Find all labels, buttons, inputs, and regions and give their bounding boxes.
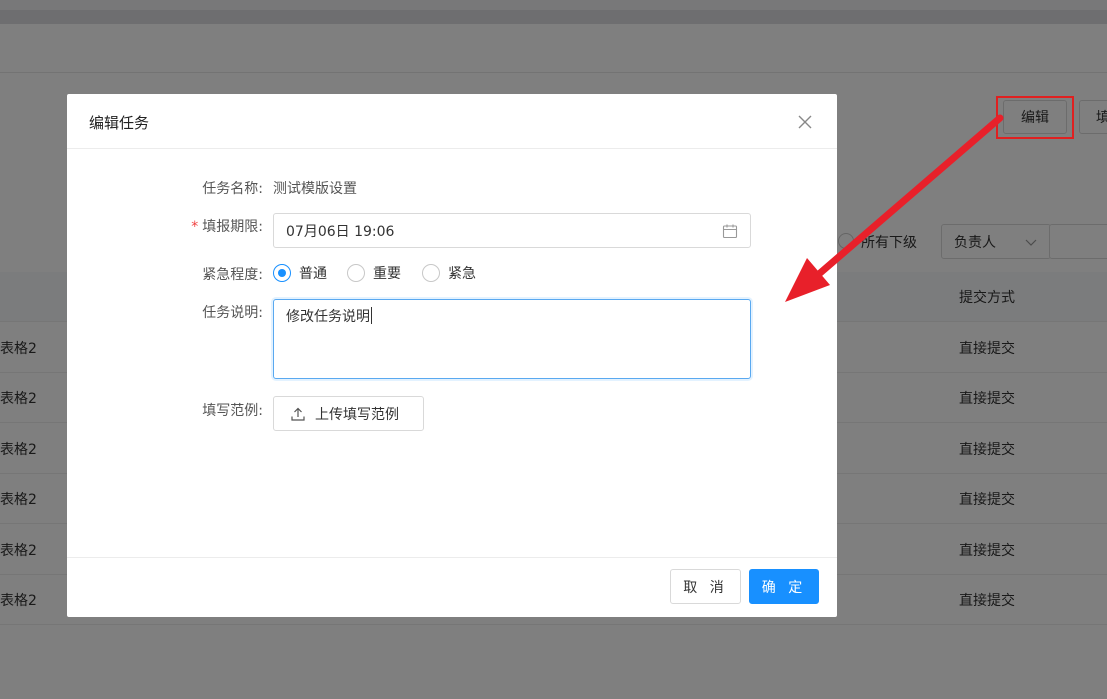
deadline-date-picker[interactable]: 07月06日 19:06	[273, 213, 751, 248]
urgency-label: 紧急程度:	[202, 267, 263, 283]
radio-dot	[273, 264, 291, 282]
radio-dot	[347, 264, 365, 282]
upload-icon	[291, 407, 305, 421]
required-mark: *	[191, 219, 199, 235]
dialog-header: 编辑任务	[67, 94, 837, 149]
radio-dot	[422, 264, 440, 282]
deadline-label-text: 填报期限:	[202, 219, 263, 235]
description-text: 修改任务说明	[286, 309, 370, 325]
dialog-footer: 取 消 确 定	[67, 557, 837, 617]
text-caret	[371, 307, 372, 324]
urgency-option-label: 重要	[373, 266, 401, 282]
deadline-label: * 填报期限:	[143, 216, 263, 236]
task-name-label: 任务名称:	[202, 181, 263, 197]
task-name-value: 测试模版设置	[273, 181, 357, 197]
dialog-title: 编辑任务	[89, 114, 150, 132]
description-label: 任务说明:	[202, 305, 263, 321]
annotation-highlight-box	[996, 96, 1074, 139]
calendar-icon	[722, 224, 738, 239]
urgency-option-label: 普通	[299, 266, 327, 282]
urgency-radio-urgent[interactable]: 紧急	[422, 263, 476, 283]
close-icon[interactable]	[795, 112, 815, 132]
upload-example-button[interactable]: 上传填写范例	[273, 396, 424, 431]
edit-task-dialog: 编辑任务 任务名称: 测试模版设置 * 填报期限: 07月06日 19:06 紧急…	[67, 94, 837, 617]
upload-button-label: 上传填写范例	[315, 406, 399, 423]
urgency-radio-important[interactable]: 重要	[347, 263, 401, 283]
urgency-option-label: 紧急	[448, 266, 476, 282]
urgency-radio-normal[interactable]: 普通	[273, 263, 327, 283]
deadline-value: 07月06日 19:06	[286, 223, 395, 240]
cancel-button[interactable]: 取 消	[670, 569, 741, 604]
description-textarea[interactable]: 修改任务说明	[273, 299, 751, 379]
confirm-button[interactable]: 确 定	[749, 569, 819, 604]
example-label: 填写范例:	[202, 403, 263, 419]
